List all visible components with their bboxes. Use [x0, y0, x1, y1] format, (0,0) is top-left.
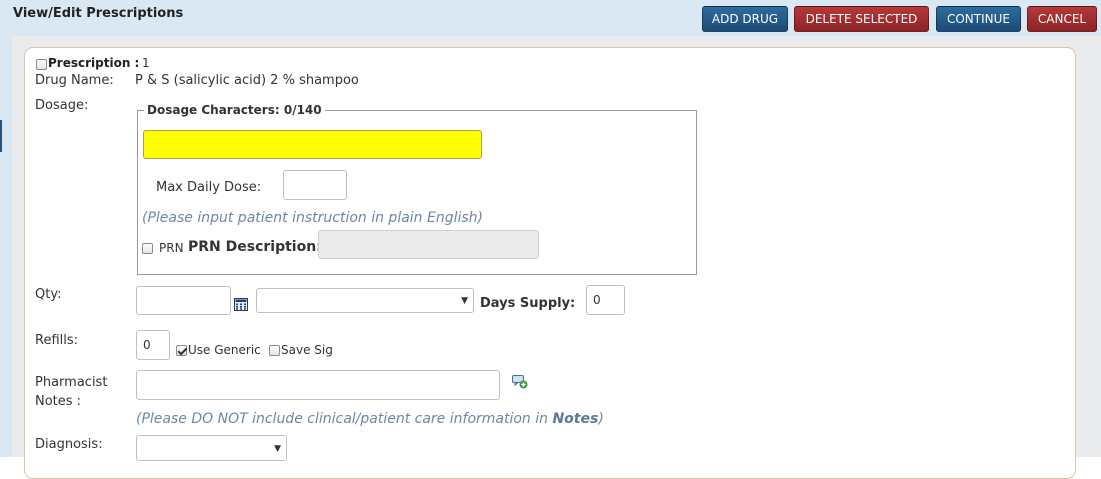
prn-description-input[interactable] [318, 230, 539, 259]
pharmacist-notes-input[interactable] [136, 370, 500, 400]
diagnosis-label: Diagnosis: [35, 437, 103, 452]
days-supply-input[interactable] [586, 285, 625, 315]
prescription-select-checkbox[interactable] [36, 59, 47, 70]
prn-description-label: PRN Description: [188, 239, 322, 255]
delete-selected-button[interactable]: DELETE SELECTED [794, 6, 929, 32]
refills-input[interactable] [136, 330, 170, 360]
use-generic-checkbox[interactable] [176, 345, 187, 356]
qty-input[interactable] [136, 286, 231, 315]
max-daily-dose-label: Max Daily Dose: [156, 180, 262, 195]
cancel-button[interactable]: CANCEL [1027, 6, 1097, 32]
pharmacist-notes-label-line1: Pharmacist [35, 375, 108, 390]
use-generic-label: Use Generic [188, 343, 261, 357]
notes-hint-prefix: (Please DO NOT include clinical/patient … [136, 411, 553, 427]
calculator-icon[interactable] [234, 298, 248, 311]
dosage-hint: (Please input patient instruction in pla… [142, 210, 484, 226]
page-title: View/Edit Prescriptions [13, 6, 184, 21]
dosage-label: Dosage: [35, 98, 89, 113]
dosage-sig-input[interactable] [143, 130, 482, 159]
continue-button[interactable]: CONTINUE [936, 6, 1021, 32]
prescription-panel: Prescription : 1 Drug Name: P & S (salic… [24, 47, 1076, 479]
drug-name-label: Drug Name: [35, 73, 114, 88]
pharmacist-notes-label: Pharmacist Notes : [35, 373, 107, 411]
save-sig-label: Save Sig [281, 343, 333, 357]
notes-hint-suffix: ) [598, 411, 604, 427]
pharmacist-notes-label-line2: Notes : [35, 394, 82, 409]
dosage-characters-legend: Dosage Characters: 0/140 [147, 103, 322, 117]
drug-name-value: P & S (salicylic acid) 2 % shampoo [135, 73, 359, 88]
max-daily-dose-input[interactable] [283, 170, 347, 200]
add-note-icon[interactable] [512, 375, 528, 389]
diagnosis-select[interactable]: ▼ [136, 435, 287, 461]
prn-checkbox[interactable] [142, 243, 153, 254]
refills-label: Refills: [35, 333, 79, 348]
qty-label: Qty: [35, 287, 62, 302]
left-gutter-marker [0, 120, 2, 152]
prn-checkbox-label: PRN [159, 241, 184, 255]
chevron-down-icon: ▼ [274, 444, 281, 454]
add-drug-button[interactable]: ADD DRUG [702, 6, 788, 32]
save-sig-checkbox[interactable] [269, 345, 280, 356]
prescription-number: 1 [142, 56, 150, 70]
pharmacist-notes-hint: (Please DO NOT include clinical/patient … [136, 411, 604, 427]
qty-unit-select[interactable]: ▼ [256, 288, 474, 313]
left-gutter [0, 36, 12, 457]
days-supply-label: Days Supply: [480, 296, 576, 311]
prescription-label: Prescription : [48, 56, 140, 70]
notes-hint-bold: Notes [552, 411, 599, 427]
chevron-down-icon: ▼ [461, 296, 468, 306]
